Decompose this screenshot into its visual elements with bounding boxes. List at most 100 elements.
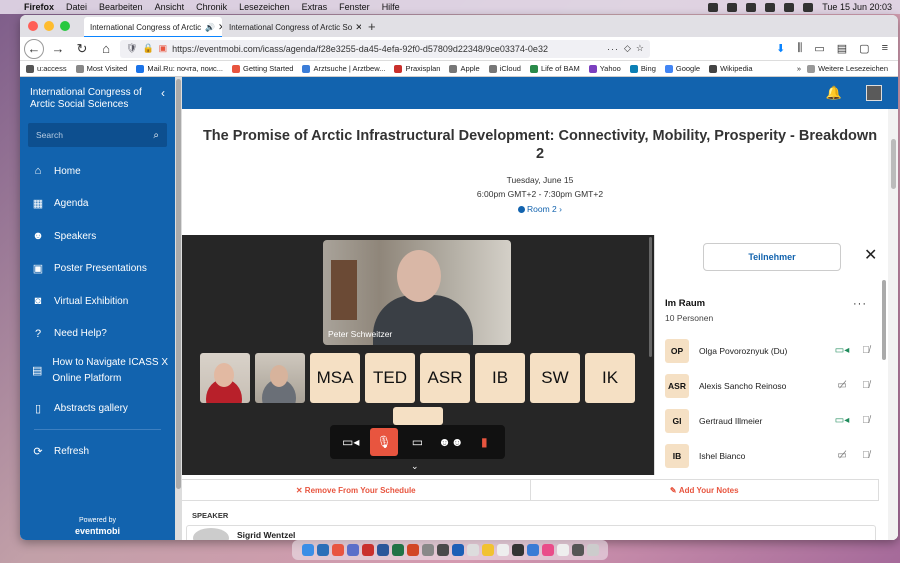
- mic-off-icon[interactable]: 🎙̸: [857, 345, 875, 356]
- app-icon[interactable]: [346, 544, 359, 556]
- tab-inactive[interactable]: International Congress of Arctic So ✕: [223, 17, 361, 37]
- participant-video-thumb[interactable]: [200, 353, 250, 403]
- app-icon[interactable]: [511, 544, 524, 556]
- camera-off-icon[interactable]: ▭̸: [833, 380, 851, 391]
- overflow-chevron-icon[interactable]: »: [797, 64, 801, 73]
- sidebar-item-exhibition[interactable]: ◙ Virtual Exhibition: [20, 285, 175, 318]
- participant-initials-thumb[interactable]: TED: [365, 353, 415, 403]
- menu-datei[interactable]: Datei: [60, 2, 93, 12]
- more-options-icon[interactable]: ···: [853, 298, 867, 310]
- participant-initials-thumb[interactable]: IB: [475, 353, 525, 403]
- extensions-icon[interactable]: ▢: [859, 42, 869, 55]
- app-icon[interactable]: [421, 544, 434, 556]
- music-icon[interactable]: [541, 544, 554, 556]
- bookmark-item[interactable]: Mail.Ru: почта, поис...: [136, 64, 223, 73]
- minimize-window-icon[interactable]: [44, 21, 54, 31]
- chevron-down-icon[interactable]: ⌄: [411, 461, 419, 472]
- trash-icon[interactable]: [586, 544, 599, 556]
- other-bookmarks[interactable]: Weitere Lesezeichen: [807, 64, 888, 73]
- menu-bearbeiten[interactable]: Bearbeiten: [93, 2, 149, 12]
- download-icon[interactable]: ⬇: [776, 42, 785, 55]
- collapse-chevron-icon[interactable]: ‹: [161, 87, 165, 111]
- participant-initials-thumb[interactable]: IK: [585, 353, 635, 403]
- sidebar-item-navigate[interactable]: ▤ How to Navigate ICASS X Online Platform: [20, 350, 175, 392]
- panel-scrollbar[interactable]: [882, 280, 886, 360]
- pocket-icon[interactable]: ◇: [624, 43, 631, 54]
- room-link[interactable]: Room 2 ›: [182, 204, 898, 214]
- video-scrollbar[interactable]: [649, 237, 652, 357]
- new-tab-button[interactable]: +: [362, 17, 382, 37]
- bookmark-item[interactable]: Yahoo: [588, 64, 621, 73]
- close-tab-icon[interactable]: ✕: [215, 22, 222, 33]
- mic-off-icon[interactable]: 🎙̸: [857, 450, 875, 461]
- battery-icon[interactable]: [765, 2, 776, 12]
- bookmark-item[interactable]: Apple: [449, 64, 480, 73]
- participants-icon[interactable]: ☻☻: [437, 428, 465, 456]
- remove-from-schedule-button[interactable]: ✕ Remove From Your Schedule: [182, 480, 531, 500]
- calendar-icon[interactable]: [556, 544, 569, 556]
- camera-off-icon[interactable]: ▭̸: [833, 450, 851, 461]
- menu-hilfe[interactable]: Hilfe: [376, 2, 406, 12]
- tab-participants[interactable]: Teilnehmer: [703, 243, 841, 271]
- mic-off-icon[interactable]: 🎙̸: [857, 415, 875, 426]
- menu-app[interactable]: Firefox: [18, 2, 60, 12]
- url-bar[interactable]: 🛡 🔒 ▣ https://eventmobi.com/icass/agenda…: [120, 39, 650, 58]
- close-window-icon[interactable]: [28, 21, 38, 31]
- close-icon[interactable]: ✕: [864, 245, 877, 265]
- app-icon[interactable]: [526, 544, 539, 556]
- sidebar-toggle-icon[interactable]: ▭: [814, 42, 824, 55]
- avatar[interactable]: [866, 85, 882, 101]
- bookmark-item[interactable]: Google: [664, 64, 700, 73]
- close-tab-icon[interactable]: ✕: [352, 22, 361, 33]
- sidebar-scrollbar[interactable]: [175, 77, 182, 540]
- menu-fenster[interactable]: Fenster: [333, 2, 376, 12]
- tab-active[interactable]: International Congress of Arctic 🔊 ✕: [84, 17, 222, 37]
- reload-button[interactable]: ↻: [72, 39, 92, 59]
- back-button[interactable]: ←: [24, 38, 44, 59]
- app-icon[interactable]: [571, 544, 584, 556]
- firefox-icon[interactable]: [331, 544, 344, 556]
- acrobat-icon[interactable]: [361, 544, 374, 556]
- sidebar-search-input[interactable]: Search ⌕: [28, 123, 167, 147]
- participant-initials-thumb[interactable]: ASR: [420, 353, 470, 403]
- camera-status-icon[interactable]: [708, 2, 719, 12]
- list-item[interactable]: GI Gertraud Illmeier ▭◂ 🎙̸: [665, 403, 875, 438]
- participant-initials-thumb[interactable]: SW: [530, 353, 580, 403]
- screen-share-icon[interactable]: ▭: [403, 428, 431, 456]
- menu-lesezeichen[interactable]: Lesezeichen: [233, 2, 296, 12]
- zoom-window-icon[interactable]: [60, 21, 70, 31]
- excel-icon[interactable]: [391, 544, 404, 556]
- reader-icon[interactable]: ▤: [837, 42, 847, 55]
- list-item[interactable]: IB Ishel Bianco ▭̸ 🎙̸: [665, 438, 875, 473]
- sidebar-item-home[interactable]: ⌂ Home: [20, 155, 175, 188]
- finder-icon[interactable]: [301, 544, 314, 556]
- app-icon[interactable]: [466, 544, 479, 556]
- bookmark-item[interactable]: u:access: [26, 64, 67, 73]
- participant-initials-thumb[interactable]: MSA: [310, 353, 360, 403]
- camera-on-icon[interactable]: ▭◂: [833, 415, 851, 426]
- library-icon[interactable]: ⫼: [797, 42, 802, 55]
- bookmark-item[interactable]: Praxisplan: [394, 64, 440, 73]
- list-item[interactable]: OP Olga Povoroznyuk (Du) ▭◂ 🎙̸: [665, 333, 875, 368]
- search-icon[interactable]: ⌕: [153, 130, 159, 141]
- permissions-icon[interactable]: ▣: [159, 43, 168, 54]
- list-item[interactable]: ASR Alexis Sancho Reinoso ▭̸ 🎙̸: [665, 368, 875, 403]
- sidebar-item-agenda[interactable]: ▦ Agenda: [20, 188, 175, 221]
- bookmark-item[interactable]: Arztsuche | Arztbew...: [302, 64, 385, 73]
- app-icon[interactable]: [451, 544, 464, 556]
- wifi-icon[interactable]: [784, 2, 795, 12]
- participant-video-thumb[interactable]: [255, 353, 305, 403]
- tracking-shield-icon[interactable]: 🛡: [126, 43, 137, 54]
- lock-icon[interactable]: 🔒: [142, 43, 153, 54]
- eventmobi-logo[interactable]: eventmobi: [20, 526, 175, 536]
- clock[interactable]: Tue 15 Jun 20:03: [822, 2, 892, 12]
- mic-muted-icon[interactable]: 🎙: [370, 428, 399, 456]
- mic-off-icon[interactable]: 🎙̸: [857, 380, 875, 391]
- scroll-thumb[interactable]: [891, 139, 896, 189]
- sidebar-item-abstracts[interactable]: ▯ Abstracts gallery: [20, 392, 175, 425]
- sidebar-item-refresh[interactable]: ⟳ Refresh: [20, 436, 175, 469]
- bookmark-item[interactable]: iCloud: [488, 64, 521, 73]
- add-notes-button[interactable]: ✎ Add Your Notes: [531, 480, 879, 500]
- bookmark-item[interactable]: Wikipedia: [709, 64, 753, 73]
- page-scrollbar[interactable]: [888, 109, 898, 540]
